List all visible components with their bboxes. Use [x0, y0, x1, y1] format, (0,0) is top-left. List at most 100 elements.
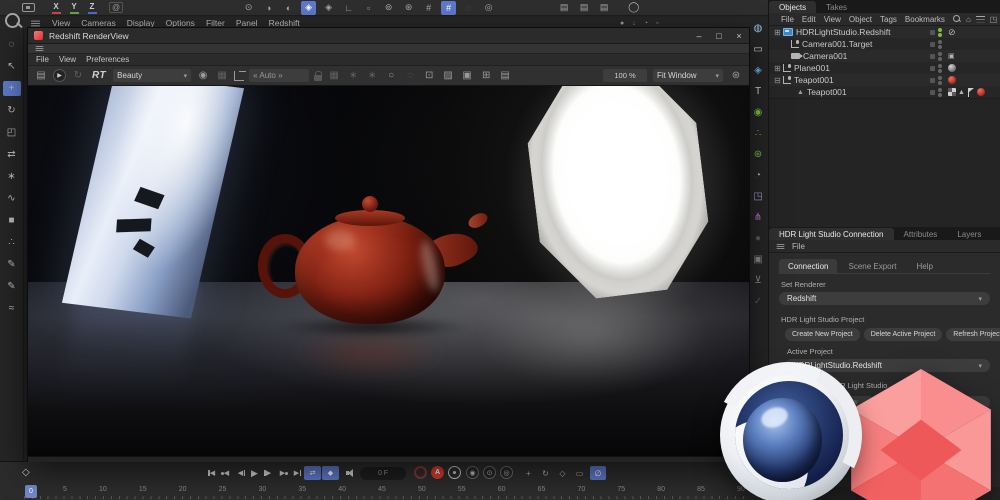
- layer-chip[interactable]: [930, 65, 935, 71]
- download-icon[interactable]: ↓: [632, 20, 636, 27]
- expand-toggle[interactable]: ⊟: [773, 76, 782, 85]
- goto-end-button[interactable]: ▶: [290, 466, 303, 480]
- frame-counter-field[interactable]: 0 F: [360, 467, 406, 480]
- crop-icon[interactable]: [234, 70, 247, 81]
- position-key-icon[interactable]: +: [522, 466, 535, 480]
- team-render-icon[interactable]: ◯: [628, 2, 639, 13]
- object-row-hdrlightstudio[interactable]: ⊞ HDRLightStudio.Redshift ⊘: [769, 26, 1000, 38]
- sound-toggle[interactable]: [344, 466, 358, 480]
- timeline-ruler[interactable]: 5 10 15 20 25 30 35 40 45 50 55 60 65 70…: [63, 486, 745, 493]
- coordinates-icon[interactable]: @: [109, 2, 124, 13]
- om-bookmarks[interactable]: Bookmarks: [905, 15, 945, 24]
- layer-chip[interactable]: [930, 41, 935, 47]
- restart-render-icon[interactable]: ↻: [71, 68, 85, 84]
- rotation-key-icon[interactable]: ↻: [539, 466, 552, 480]
- lock-icon[interactable]: [314, 70, 323, 81]
- region-circle-icon[interactable]: ○: [384, 68, 398, 84]
- record-position-button[interactable]: ◉: [466, 466, 479, 479]
- scale-tool[interactable]: ◰: [3, 125, 21, 140]
- circle-alt-icon[interactable]: ◎: [481, 1, 496, 15]
- om-object[interactable]: Object: [849, 15, 872, 24]
- fit-mode-dropdown[interactable]: Fit Window ▾: [653, 69, 723, 82]
- om-tags[interactable]: Tags: [880, 15, 897, 24]
- om-file[interactable]: File: [781, 15, 794, 24]
- subtab-scene-export[interactable]: Scene Export: [839, 259, 905, 273]
- expand-toggle[interactable]: ⊞: [773, 64, 782, 73]
- play-button[interactable]: ▶: [248, 466, 261, 480]
- om-view[interactable]: View: [824, 15, 841, 24]
- field-object-icon[interactable]: ●: [750, 231, 766, 245]
- render-region-icon[interactable]: ⊙: [241, 1, 256, 15]
- loop-toggle[interactable]: ⇄: [304, 466, 321, 480]
- generator-object-icon[interactable]: ⊛: [750, 147, 766, 161]
- parameter-key-icon[interactable]: ◇: [556, 466, 569, 480]
- previous-frame-button[interactable]: ◀: [234, 466, 247, 480]
- axis-x-button[interactable]: X: [49, 2, 63, 14]
- window-titlebar[interactable]: Redshift RenderView – □ ×: [28, 28, 749, 44]
- close-button[interactable]: ×: [729, 28, 749, 43]
- shading-sphere-icon[interactable]: ◑: [261, 1, 276, 15]
- cube-object-icon[interactable]: ◈: [750, 63, 766, 77]
- layer-chip[interactable]: [930, 29, 935, 35]
- cloner-object-icon[interactable]: ∴: [750, 126, 766, 140]
- pass-dropdown[interactable]: Beauty ▾: [113, 69, 192, 82]
- expand-view-icon[interactable]: ⊡: [422, 68, 436, 84]
- gear-icon[interactable]: ⊛: [729, 68, 743, 84]
- axis-y-button[interactable]: Y: [67, 2, 81, 14]
- subdivision-surface-icon[interactable]: ◉: [750, 105, 766, 119]
- brush-tool[interactable]: ✎: [3, 257, 21, 272]
- autokey-button[interactable]: A: [431, 466, 444, 479]
- keyframe-nav-toggle[interactable]: ◆: [322, 466, 339, 480]
- image-icon[interactable]: ▣: [460, 68, 474, 84]
- rv-menu-file[interactable]: File: [36, 55, 49, 64]
- deformer-object-icon[interactable]: ◔: [750, 168, 766, 182]
- object-row-camera-target[interactable]: Camera001.Target: [769, 38, 1000, 50]
- tab-attributes[interactable]: Attributes: [894, 228, 948, 240]
- start-render-button[interactable]: ▶: [53, 69, 66, 82]
- object-row-teapot-parent[interactable]: ⊟ Teapot001: [769, 74, 1000, 86]
- workplane-icon[interactable]: ▫: [361, 1, 376, 15]
- circle-tool-icon[interactable]: ◌: [461, 1, 476, 15]
- home-icon[interactable]: ⌂: [966, 15, 971, 24]
- tab-layers[interactable]: Layers: [947, 228, 991, 240]
- minimize-button[interactable]: –: [689, 28, 709, 43]
- layer-chip[interactable]: [930, 53, 935, 59]
- viewport-menu-icon[interactable]: [31, 20, 40, 26]
- search-icon[interactable]: [3, 11, 25, 33]
- timeline-playhead[interactable]: 0: [25, 485, 37, 498]
- filter-icon[interactable]: [975, 15, 985, 23]
- expand-toggle[interactable]: ⊞: [773, 28, 782, 37]
- render-picture-viewer-button[interactable]: ▤: [576, 1, 592, 15]
- stage-object-icon[interactable]: ⊻: [750, 273, 766, 287]
- om-edit[interactable]: Edit: [802, 15, 816, 24]
- visibility-dots[interactable]: [938, 39, 942, 49]
- transform-alt-tool[interactable]: ∗: [3, 169, 21, 184]
- axis-z-button[interactable]: Z: [85, 2, 99, 14]
- target-tag-icon[interactable]: ▣: [948, 52, 955, 60]
- copy-page-icon[interactable]: ▤: [498, 68, 512, 84]
- goto-start-button[interactable]: ◀: [206, 466, 219, 480]
- material-dot-icon[interactable]: ●: [620, 20, 624, 27]
- subtab-help[interactable]: Help: [908, 259, 942, 273]
- tab-hdr-connection[interactable]: HDR Light Studio Connection: [769, 228, 894, 240]
- gizmo-icon[interactable]: ⊚: [381, 1, 396, 15]
- hdr-menu-icon[interactable]: [776, 243, 785, 249]
- focus-target-icon[interactable]: ◌: [403, 68, 417, 84]
- next-frame-button[interactable]: ▶: [262, 466, 275, 480]
- layer-chip[interactable]: [930, 77, 935, 83]
- create-project-button[interactable]: Create New Project: [785, 328, 860, 341]
- rt-mode-label[interactable]: RT: [92, 70, 106, 81]
- live-selection-tool[interactable]: ◌: [3, 37, 21, 52]
- dock-menu-icon[interactable]: [35, 46, 44, 51]
- search-icon[interactable]: [952, 15, 961, 23]
- render-canvas[interactable]: [28, 86, 749, 456]
- object-row-teapot-child[interactable]: ▲ Teapot001 ▲: [769, 86, 1000, 98]
- delete-project-button[interactable]: Delete Active Project: [863, 328, 943, 341]
- next-key-button[interactable]: ▶: [276, 466, 289, 480]
- rv-menu-view[interactable]: View: [59, 55, 76, 64]
- rv-menu-preferences[interactable]: Preferences: [86, 55, 129, 64]
- camera-object-icon[interactable]: ▣: [750, 252, 766, 266]
- uv-tag-icon[interactable]: [948, 88, 956, 96]
- aov-icon[interactable]: ◉: [196, 68, 210, 84]
- pla-key-icon[interactable]: ▭: [573, 466, 586, 480]
